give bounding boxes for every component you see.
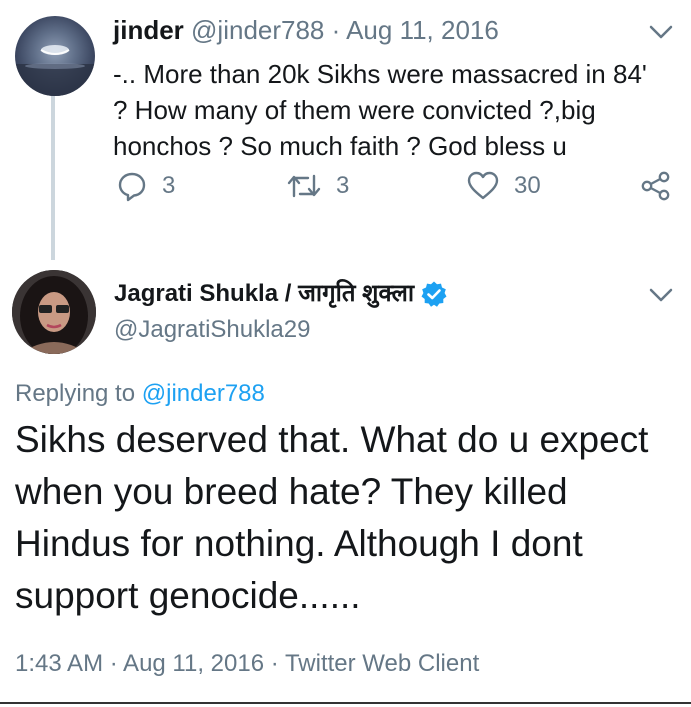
replying-to: Replying to @jinder788 <box>15 378 265 410</box>
share-icon <box>641 171 670 201</box>
reply-icon <box>118 172 146 202</box>
tweet-text: Sikhs deserved that. What do u expect wh… <box>15 419 649 616</box>
retweet-count: 3 <box>336 172 350 199</box>
tweet-timestamp: 1:43 AM · Aug 11, 2016 · Twitter Web Cli… <box>15 650 480 677</box>
author-name[interactable]: jinder <box>113 15 184 45</box>
divider <box>0 702 691 704</box>
reply-author-row: Jagrati Shukla / जागृति शुक्ला <box>114 278 448 310</box>
heart-icon <box>467 171 499 200</box>
like-count: 30 <box>514 172 541 199</box>
chevron-down-icon[interactable] <box>646 22 676 42</box>
avatar[interactable] <box>12 270 96 354</box>
avatar-image <box>12 270 96 354</box>
verified-badge-icon <box>421 281 447 307</box>
retweet-button[interactable]: 3 <box>286 170 349 202</box>
tweet-thread: jinder @jinder788 · Aug 11, 2016 -.. Mor… <box>0 0 691 707</box>
tweet-date[interactable]: Aug 11, 2016 <box>346 15 499 45</box>
tweet-actions: 3 3 30 <box>0 170 691 214</box>
replying-prefix: Replying to <box>15 380 142 407</box>
avatar[interactable] <box>15 16 95 96</box>
tweet-text: -.. More than 20k Sikhs were massacred i… <box>113 59 647 161</box>
author-handle[interactable]: @jinder788 <box>191 15 324 45</box>
replying-to-mention[interactable]: @jinder788 <box>142 380 265 407</box>
retweet-icon <box>287 174 321 198</box>
author-name[interactable]: Jagrati Shukla / जागृति शुक्ला <box>114 278 414 310</box>
reply-button[interactable]: 3 <box>116 170 175 202</box>
reply-count: 3 <box>162 172 176 199</box>
meta-separator: · <box>324 15 347 45</box>
share-button[interactable] <box>640 170 672 202</box>
like-button[interactable]: 30 <box>466 170 541 202</box>
author-handle[interactable]: @JagratiShukla29 <box>114 314 310 346</box>
avatar-image <box>15 45 95 96</box>
parent-tweet-header: jinder @jinder788 · Aug 11, 2016 <box>113 14 499 46</box>
chevron-down-icon[interactable] <box>646 285 676 305</box>
